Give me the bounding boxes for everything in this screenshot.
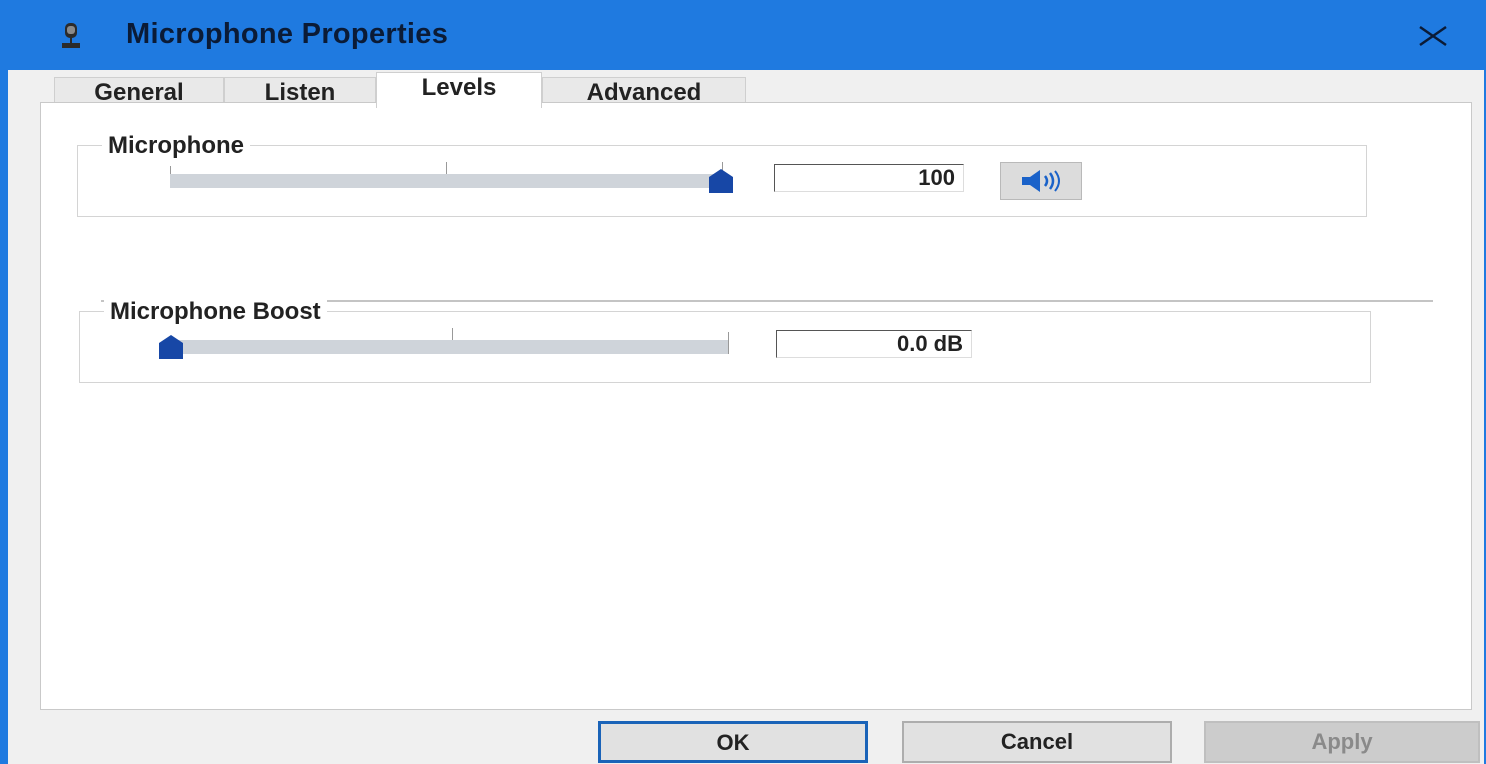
title-bar[interactable]: Microphone Properties — [0, 0, 1486, 70]
apply-button[interactable]: Apply — [1204, 721, 1480, 763]
cancel-button[interactable]: Cancel — [902, 721, 1172, 763]
microphone-properties-window: Microphone Properties General Listen Lev… — [0, 0, 1486, 764]
slider-tick — [452, 328, 453, 340]
microphone-label: Microphone — [102, 134, 250, 158]
window-title: Microphone Properties — [126, 18, 449, 50]
microphone-boost-group: Microphone Boost 0.0 dB — [79, 300, 1371, 383]
close-button[interactable] — [1404, 14, 1462, 58]
microphone-slider-thumb[interactable] — [708, 168, 734, 194]
close-icon — [1419, 25, 1447, 47]
slider-tick — [728, 332, 729, 354]
speaker-icon — [1022, 170, 1060, 192]
microphone-group: Microphone 100 — [77, 134, 1367, 217]
microphone-boost-label: Microphone Boost — [104, 300, 327, 324]
ok-button[interactable]: OK — [598, 721, 868, 763]
microphone-icon — [60, 22, 82, 50]
microphone-boost-value[interactable]: 0.0 dB — [776, 330, 972, 358]
microphone-level-value[interactable]: 100 — [774, 164, 964, 192]
microphone-boost-slider[interactable] — [172, 340, 728, 354]
boost-slider-thumb[interactable] — [158, 334, 184, 360]
tab-levels[interactable]: Levels — [376, 72, 542, 108]
levels-panel: Microphone 100 Microphone Boost 0.0 dB — [40, 102, 1472, 710]
tab-label: Levels — [421, 74, 497, 101]
slider-tick — [446, 162, 447, 174]
microphone-level-slider[interactable] — [170, 174, 722, 188]
mute-button[interactable] — [1000, 162, 1082, 200]
dialog-body: General Listen Levels Advanced Microphon… — [8, 70, 1484, 764]
